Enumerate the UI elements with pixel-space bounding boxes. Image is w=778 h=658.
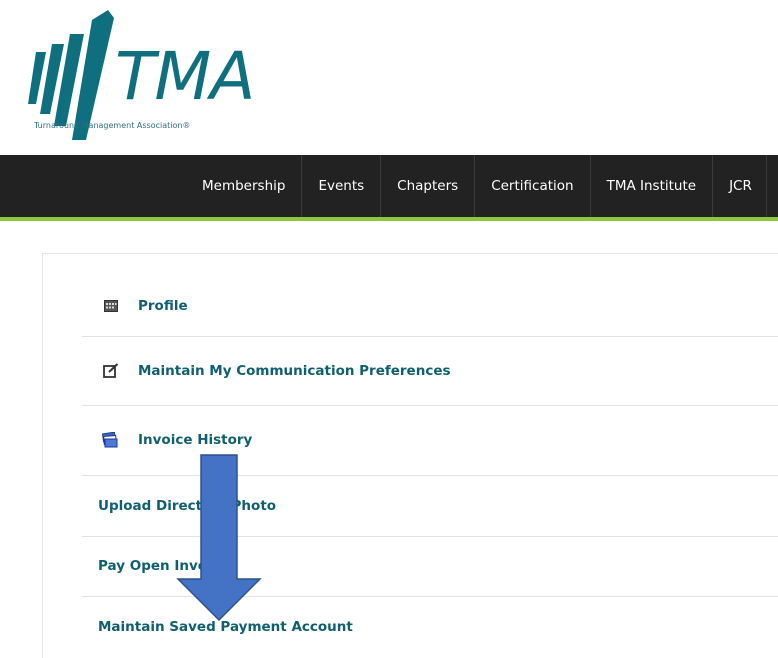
stacked-documents-icon <box>102 432 120 448</box>
menu-link-invoice-history[interactable]: Invoice History <box>138 432 252 448</box>
page: TMA Turnaround Management Association® M… <box>0 0 778 658</box>
menu-item-profile[interactable]: Profile <box>82 275 778 337</box>
tma-logo[interactable]: TMA Turnaround Management Association® <box>22 8 255 144</box>
logo-wordmark: TMA <box>115 38 255 115</box>
menu-link-maintain-saved-payment-account[interactable]: Maintain Saved Payment Account <box>98 619 353 635</box>
main-nav: Membership Events Chapters Certification… <box>0 155 778 221</box>
menu-link-upload-directory-photo[interactable]: Upload Directory Photo <box>98 498 276 514</box>
menu-item-upload-directory-photo[interactable]: Upload Directory Photo <box>82 475 778 537</box>
menu-link-pay-open-invoices[interactable]: Pay Open Invoices <box>98 558 237 574</box>
calendar-grid-icon <box>102 298 120 314</box>
menu-link-communication-preferences[interactable]: Maintain My Communication Preferences <box>138 363 451 379</box>
nav-item-membership[interactable]: Membership <box>186 155 303 217</box>
menu-item-pay-open-invoices[interactable]: Pay Open Invoices <box>82 536 778 597</box>
logo-tagline: Turnaround Management Association® <box>34 121 191 130</box>
nav-item-tma-institute[interactable]: TMA Institute <box>591 155 714 217</box>
nav-item-chapters[interactable]: Chapters <box>381 155 476 217</box>
menu-item-communication-preferences[interactable]: Maintain My Communication Preferences <box>82 336 778 406</box>
menu-item-maintain-saved-payment-account[interactable]: Maintain Saved Payment Account <box>82 596 778 658</box>
menu-link-profile[interactable]: Profile <box>138 298 188 314</box>
edit-note-icon <box>102 363 120 379</box>
nav-item-jcr[interactable]: JCR <box>713 155 767 217</box>
nav-item-certification[interactable]: Certification <box>475 155 591 217</box>
menu-item-invoice-history[interactable]: Invoice History <box>82 405 778 476</box>
nav-items: Membership Events Chapters Certification… <box>186 155 767 217</box>
nav-item-events[interactable]: Events <box>302 155 382 217</box>
